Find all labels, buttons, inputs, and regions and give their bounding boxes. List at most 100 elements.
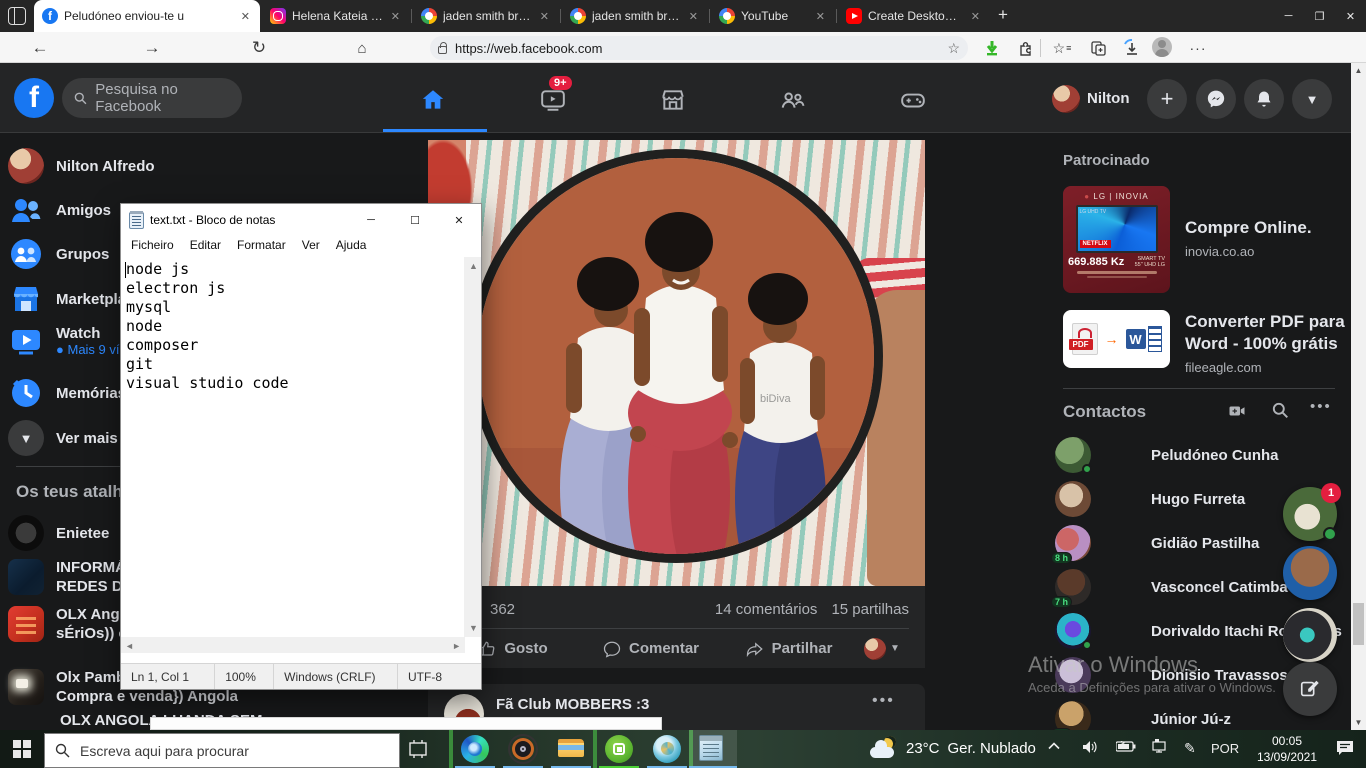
tab-youtube-video[interactable]: Create Desktop Applic ✕ xyxy=(838,0,990,32)
tab-close-icon[interactable]: ✕ xyxy=(687,10,700,23)
share-button[interactable]: Partilhar xyxy=(720,633,858,665)
battery-icon[interactable] xyxy=(1116,741,1136,752)
page-name[interactable]: Fã Club MOBBERS :3 xyxy=(496,696,649,713)
menu-ficheiro[interactable]: Ficheiro xyxy=(123,236,182,257)
back-icon[interactable]: ← xyxy=(28,36,52,60)
ad-headline[interactable]: Converter PDF para Word - 100% grátis xyxy=(1185,311,1345,355)
post-image[interactable]: biDiva xyxy=(428,140,925,586)
tab-google-search-2[interactable]: jaden smith braids - P ✕ xyxy=(562,0,708,32)
tab-facebook[interactable]: f Peludóneo enviou-te u ✕ xyxy=(34,0,260,32)
notepad-horizontal-scrollbar[interactable]: ◄ ► xyxy=(121,637,465,653)
ad-pdf-image[interactable]: PDF → W xyxy=(1063,310,1170,368)
ad-headline[interactable]: Compre Online. xyxy=(1185,218,1335,238)
scroll-up-arrow[interactable]: ▲ xyxy=(469,261,478,271)
facebook-search-input[interactable]: Pesquisa no Facebook xyxy=(62,78,242,118)
menu-editar[interactable]: Editar xyxy=(182,236,229,257)
nav-marketplace-tab[interactable] xyxy=(621,76,725,124)
messenger-icon[interactable] xyxy=(1196,79,1236,119)
nav-groups-tab[interactable] xyxy=(741,76,845,124)
post-menu-icon[interactable]: ••• xyxy=(872,692,895,710)
add-favorite-star-icon[interactable]: ☆ xyxy=(947,40,960,57)
taskbar-search-box[interactable]: Escreva aqui para procurar xyxy=(44,733,400,768)
nav-home-tab[interactable] xyxy=(381,76,485,124)
tab-close-icon[interactable]: ✕ xyxy=(389,10,402,23)
tab-close-icon[interactable]: ✕ xyxy=(814,10,827,23)
browser-profile-avatar[interactable] xyxy=(1152,37,1172,57)
window-close-button[interactable]: ✕ xyxy=(1335,0,1366,32)
notepad-text-area[interactable]: node js electron js mysql node composer … xyxy=(121,257,465,637)
scroll-left-arrow[interactable]: ◄ xyxy=(125,641,134,651)
pen-icon[interactable]: ✎ xyxy=(1184,740,1196,757)
window-minimize-button[interactable]: ─ xyxy=(1273,0,1304,32)
favorites-icon[interactable]: ☆≡ xyxy=(1050,37,1074,59)
comment-button[interactable]: Comentar xyxy=(582,633,720,665)
active-app-highlight[interactable] xyxy=(689,730,737,768)
extension-icon[interactable] xyxy=(1013,37,1037,59)
profile-avatar[interactable] xyxy=(1052,85,1080,113)
idm-download-extension-icon[interactable] xyxy=(980,37,1004,59)
comment-count[interactable]: 14 comentários xyxy=(715,601,818,618)
action-center-icon[interactable] xyxy=(1336,740,1354,756)
notifications-bell-icon[interactable] xyxy=(1244,79,1284,119)
vertical-tabs-icon[interactable] xyxy=(8,7,26,25)
menu-formatar[interactable]: Formatar xyxy=(229,236,294,257)
notepad-vertical-scrollbar[interactable]: ▲ ▼ xyxy=(464,257,481,637)
network-icon[interactable] xyxy=(1152,739,1168,753)
green-app-taskbar-icon[interactable] xyxy=(605,735,633,763)
like-count[interactable]: 362 xyxy=(490,601,515,618)
task-view-button[interactable] xyxy=(408,739,428,759)
downloads-icon[interactable] xyxy=(1120,37,1144,59)
ad-domain[interactable]: inovia.co.ao xyxy=(1185,244,1254,259)
new-tab-button[interactable]: + xyxy=(998,5,1008,25)
chat-head[interactable]: 1 xyxy=(1283,487,1337,541)
home-icon[interactable]: ⌂ xyxy=(350,36,374,60)
media-app-taskbar-icon[interactable] xyxy=(509,735,537,763)
tab-instagram[interactable]: Helena Kateia (@h_kat ✕ xyxy=(262,0,410,32)
language-indicator[interactable]: POR xyxy=(1211,741,1239,756)
tab-close-icon[interactable]: ✕ xyxy=(538,10,551,23)
facebook-logo[interactable]: f xyxy=(14,78,54,118)
file-explorer-taskbar-icon[interactable] xyxy=(557,735,585,763)
notepad-maximize-button[interactable]: ☐ xyxy=(393,204,437,236)
chat-head[interactable] xyxy=(1283,546,1337,600)
comment-as-selector[interactable]: ▼ xyxy=(864,638,900,660)
notepad-window[interactable]: text.txt - Bloco de notas ─ ☐ ✕ Ficheiro… xyxy=(120,203,482,690)
nav-gaming-tab[interactable] xyxy=(861,76,965,124)
scroll-down-arrow[interactable]: ▼ xyxy=(469,623,478,633)
edge-taskbar-icon[interactable] xyxy=(461,735,489,763)
tray-chevron-icon[interactable] xyxy=(1048,741,1060,751)
address-bar[interactable]: https://web.facebook.com ☆ xyxy=(430,36,968,60)
refresh-icon[interactable]: ↻ xyxy=(247,36,271,60)
taskbar-clock[interactable]: 00:05 13/09/2021 xyxy=(1248,733,1326,765)
contacts-menu-icon[interactable]: ••• xyxy=(1310,398,1332,415)
browser-menu-icon[interactable]: ··· xyxy=(1186,37,1210,59)
taskbar-weather[interactable]: 23°C Ger. Nublado xyxy=(870,736,1036,760)
ad-domain[interactable]: fileeagle.com xyxy=(1185,360,1262,375)
tab-close-icon[interactable]: ✕ xyxy=(239,10,252,23)
scroll-up-arrow[interactable]: ▲ xyxy=(1351,63,1366,78)
tab-google-search-1[interactable]: jaden smith braids – P ✕ xyxy=(413,0,559,32)
volume-icon[interactable] xyxy=(1082,740,1098,754)
chat-head[interactable] xyxy=(1283,608,1337,662)
sidebar-item-profile[interactable]: Nilton Alfredo xyxy=(8,148,418,184)
profile-name[interactable]: Nilton xyxy=(1087,90,1130,107)
account-chevron-icon[interactable]: ▼ xyxy=(1292,79,1332,119)
forward-icon[interactable]: → xyxy=(140,36,164,60)
scroll-right-arrow[interactable]: ► xyxy=(452,641,461,651)
notepad-minimize-button[interactable]: ─ xyxy=(349,204,393,236)
share-count[interactable]: 15 partilhas xyxy=(831,601,909,618)
create-plus-icon[interactable]: + xyxy=(1147,79,1187,119)
collections-icon[interactable] xyxy=(1086,37,1110,59)
scroll-down-arrow[interactable]: ▼ xyxy=(1351,715,1366,730)
ad-lg-image[interactable]: ● LG | INOVIA LG UHD TV NETFLIX 669.885 … xyxy=(1063,186,1170,293)
new-message-button[interactable] xyxy=(1283,662,1337,716)
browser-scrollbar[interactable]: ▲ ▼ xyxy=(1351,63,1366,730)
menu-ver[interactable]: Ver xyxy=(294,236,328,257)
teal-app-taskbar-icon[interactable] xyxy=(653,735,681,763)
notepad-close-button[interactable]: ✕ xyxy=(437,204,481,236)
scrollbar-thumb[interactable] xyxy=(1353,603,1364,645)
start-button[interactable] xyxy=(13,740,31,758)
window-restore-button[interactable]: ❐ xyxy=(1304,0,1335,32)
tab-youtube-search[interactable]: YouTube ✕ xyxy=(711,0,835,32)
contact-row[interactable]: Peludóneo Cunha xyxy=(1055,433,1335,477)
